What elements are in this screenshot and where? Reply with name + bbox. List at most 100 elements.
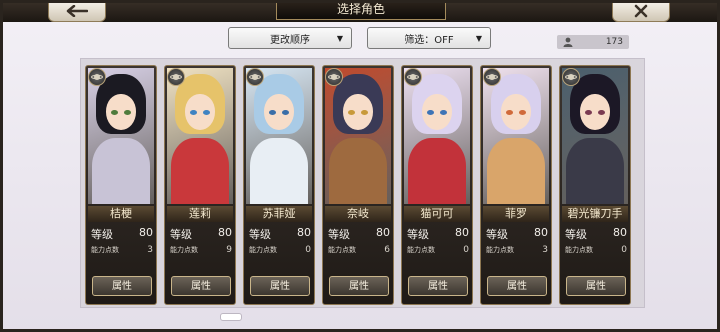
level-label: 等级: [565, 228, 587, 241]
filter-dropdown[interactable]: 筛选：OFF ▼: [367, 27, 491, 49]
saturn-emblem-icon: [167, 68, 185, 86]
sort-dropdown[interactable]: 更改顺序 ▼: [228, 27, 352, 49]
level-row: 等级 80: [486, 226, 548, 241]
points-value: 0: [305, 245, 311, 255]
character-name: 苏菲娅: [246, 206, 312, 222]
level-value: 80: [139, 226, 153, 239]
attribute-button[interactable]: 属性: [487, 276, 547, 296]
saturn-emblem-icon: [88, 68, 106, 86]
character-card[interactable]: 桔梗等级 80 能力点数 3 属性: [85, 65, 157, 305]
points-row: 能力点数 3: [486, 244, 548, 256]
character-name: 猫可可: [404, 206, 470, 222]
portrait-eye: [440, 110, 447, 115]
character-count-box: 173: [557, 35, 629, 49]
character-name: 桔梗: [88, 206, 154, 222]
sort-label: 更改顺序: [270, 34, 310, 46]
person-icon: [563, 37, 573, 47]
triangle-down-icon: ▼: [475, 33, 482, 43]
level-row: 等级 80: [170, 226, 232, 241]
portrait-eye: [519, 110, 526, 115]
page-title: 选择角色: [276, 0, 446, 20]
character-name: 奈岐: [325, 206, 391, 222]
saturn-emblem-icon: [404, 68, 422, 86]
character-count: 173: [605, 37, 623, 47]
character-portrait: [88, 68, 154, 204]
points-value: 0: [463, 245, 469, 255]
arrow-left-icon: [66, 5, 88, 17]
character-portrait: [404, 68, 470, 204]
points-label: 能力点数: [486, 246, 514, 254]
portrait-eye: [598, 110, 605, 115]
points-label: 能力点数: [565, 246, 593, 254]
level-label: 等级: [91, 228, 113, 241]
points-label: 能力点数: [249, 246, 277, 254]
portrait-body: [250, 138, 308, 204]
close-button[interactable]: [612, 0, 670, 22]
points-row: 能力点数 0: [565, 244, 627, 256]
level-value: 80: [376, 226, 390, 239]
level-row: 等级 80: [565, 226, 627, 241]
saturn-emblem-icon: [562, 68, 580, 86]
level-row: 等级 80: [249, 226, 311, 241]
points-row: 能力点数 9: [170, 244, 232, 256]
portrait-eye: [203, 110, 210, 115]
portrait-eye: [348, 110, 355, 115]
attribute-button[interactable]: 属性: [566, 276, 626, 296]
character-name: 莲莉: [167, 206, 233, 222]
portrait-eye: [585, 110, 592, 115]
attribute-button[interactable]: 属性: [92, 276, 152, 296]
scroll-indicator[interactable]: [220, 313, 242, 321]
points-value: 6: [384, 245, 390, 255]
points-value: 3: [147, 245, 153, 255]
character-card[interactable]: 碧光镰刀手等级 80 能力点数 0 属性: [559, 65, 631, 305]
points-value: 3: [542, 245, 548, 255]
character-card-list: 桔梗 等级 80 能力点数 3 属性 莲莉 等级 80 能力点数 9 属性 苏菲娅 等级 80 能力点数 0 属性…: [85, 65, 645, 305]
character-portrait: [246, 68, 312, 204]
character-card[interactable]: 猫可可等级 80 能力点数 0 属性: [401, 65, 473, 305]
portrait-eye: [427, 110, 434, 115]
character-card[interactable]: 奈岐等级 80 能力点数 6 属性: [322, 65, 394, 305]
level-value: 80: [613, 226, 627, 239]
level-label: 等级: [328, 228, 350, 241]
close-icon: [634, 4, 648, 18]
attribute-button[interactable]: 属性: [250, 276, 310, 296]
points-row: 能力点数 0: [407, 244, 469, 256]
portrait-eye: [190, 110, 197, 115]
attribute-button[interactable]: 属性: [408, 276, 468, 296]
character-portrait: [562, 68, 628, 204]
character-card[interactable]: 苏菲娅等级 80 能力点数 0 属性: [243, 65, 315, 305]
portrait-body: [92, 138, 150, 204]
character-name: 碧光镰刀手: [562, 206, 628, 222]
character-card[interactable]: 菲罗等级 80 能力点数 3 属性: [480, 65, 552, 305]
points-label: 能力点数: [91, 246, 119, 254]
character-portrait: [325, 68, 391, 204]
points-row: 能力点数 0: [249, 244, 311, 256]
character-name: 菲罗: [483, 206, 549, 222]
portrait-body: [171, 138, 229, 204]
filter-label: 筛选：OFF: [404, 34, 454, 46]
portrait-eye: [269, 110, 276, 115]
character-portrait: [167, 68, 233, 204]
level-value: 80: [455, 226, 469, 239]
level-row: 等级 80: [91, 226, 153, 241]
back-button[interactable]: [48, 0, 106, 22]
level-label: 等级: [486, 228, 508, 241]
level-value: 80: [297, 226, 311, 239]
saturn-emblem-icon: [483, 68, 501, 86]
level-label: 等级: [407, 228, 429, 241]
attribute-button[interactable]: 属性: [171, 276, 231, 296]
portrait-eye: [111, 110, 118, 115]
points-value: 9: [226, 245, 232, 255]
saturn-emblem-icon: [246, 68, 264, 86]
portrait-body: [487, 138, 545, 204]
character-card[interactable]: 莲莉等级 80 能力点数 9 属性: [164, 65, 236, 305]
attribute-button[interactable]: 属性: [329, 276, 389, 296]
triangle-down-icon: ▼: [336, 33, 343, 43]
portrait-body: [566, 138, 624, 204]
points-label: 能力点数: [328, 246, 356, 254]
portrait-eye: [282, 110, 289, 115]
points-label: 能力点数: [407, 246, 435, 254]
level-value: 80: [534, 226, 548, 239]
saturn-emblem-icon: [325, 68, 343, 86]
level-row: 等级 80: [328, 226, 390, 241]
